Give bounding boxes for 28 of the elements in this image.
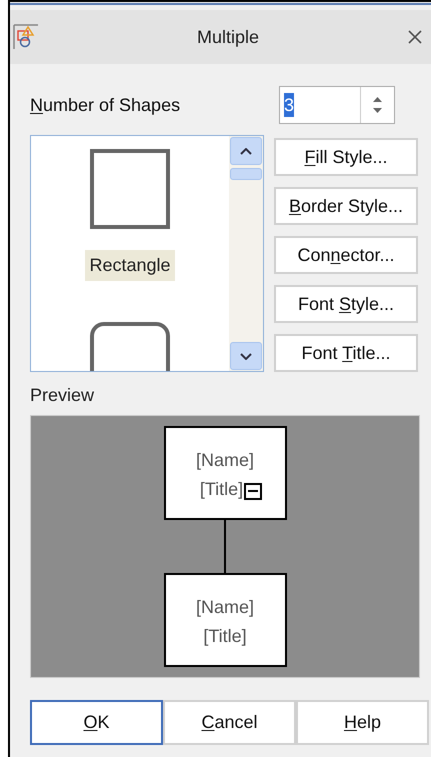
dialog-button[interactable]: Font Title... (274, 334, 418, 372)
scroll-down-button[interactable] (230, 342, 262, 370)
dialog-button[interactable]: Cancel (163, 700, 296, 745)
down-arrow-icon[interactable] (373, 108, 382, 113)
dialog-button[interactable]: Fill Style... (274, 138, 418, 176)
dialog-button[interactable]: Font Style... (274, 285, 418, 323)
window-title: Multiple (196, 26, 260, 49)
number-spinner[interactable]: 3 (279, 86, 395, 124)
dialog-button[interactable]: Help (296, 700, 429, 745)
node-name: [Name] (196, 596, 254, 620)
node-title: [Title] (198, 478, 244, 501)
chevron-down-icon[interactable] (240, 352, 252, 360)
dialog-button[interactable]: Connector... (274, 236, 418, 274)
node-name: [Name] (196, 449, 254, 472)
chevron-up-icon[interactable] (240, 148, 252, 154)
shape-label[interactable]: Rectangle (85, 250, 175, 281)
scrollbar[interactable] (229, 136, 263, 371)
rectangle-icon[interactable] (89, 148, 171, 230)
scroll-thumb[interactable] (230, 168, 262, 180)
up-arrow-icon[interactable] (373, 97, 382, 102)
dialog-button[interactable]: Border Style... (274, 187, 418, 225)
app-icon (13, 24, 39, 50)
field-label: Number of Shapes (30, 94, 180, 117)
collapse-icon[interactable] (244, 482, 262, 500)
scroll-up-button[interactable] (230, 137, 262, 165)
section-label: Preview (30, 384, 96, 407)
dialog-button[interactable]: OK (30, 700, 163, 745)
node-title: [Title] (203, 625, 247, 648)
